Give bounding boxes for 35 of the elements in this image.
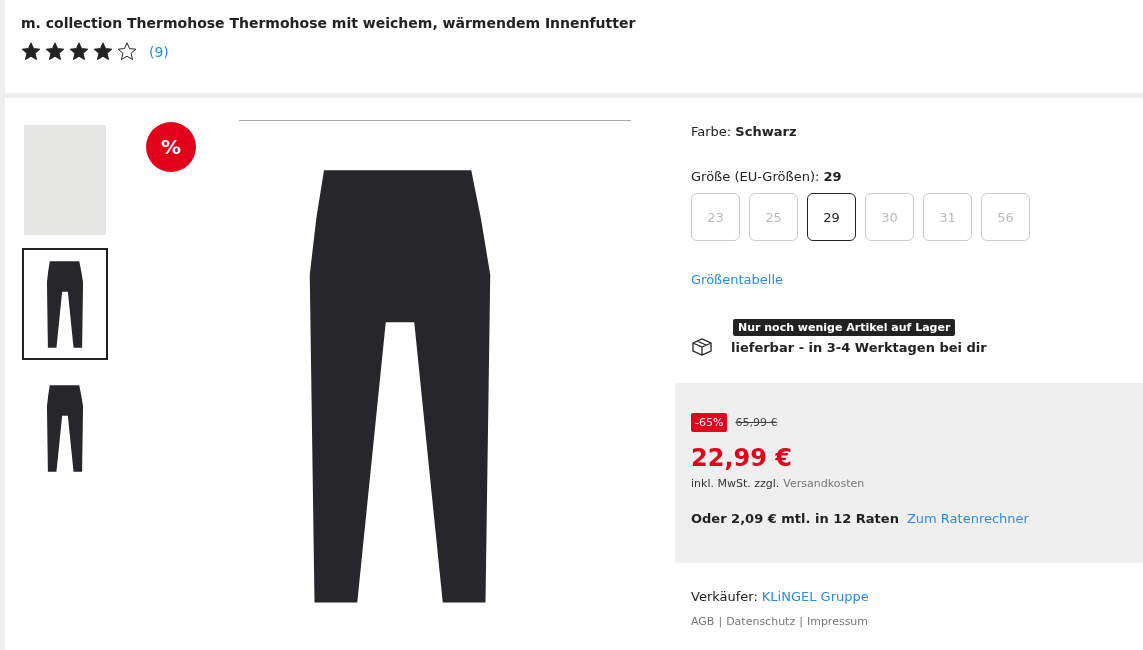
size-option[interactable]: 30 [865,193,914,241]
installment-text: Oder 2,09 € mtl. in 12 Raten [691,511,899,526]
size-option[interactable]: 31 [923,193,972,241]
separator: | [799,615,803,628]
footer-link[interactable]: AGB [691,615,715,628]
star-icon [21,42,41,61]
thumbnail[interactable] [22,248,108,360]
shipping-link[interactable]: Versandkosten [783,477,865,490]
installment-calculator-link[interactable]: Zum Ratenrechner [906,511,1029,526]
price: 22,99 € [691,444,793,472]
footer-link[interactable]: Datenschutz [726,615,796,628]
star-icon [69,42,89,61]
star-icon [45,42,65,61]
product-title: m. collection Thermohose Thermohose mit weichem, wärmendem Innenfutter [21,15,637,31]
sale-badge: % [146,122,196,172]
discount-badge: -65% [691,413,728,432]
size-option[interactable]: 29 [807,193,856,241]
stock-notice: Nur noch wenige Artikel auf Lager [733,319,956,336]
size-label: Größe (EU-Größen): 29 [691,169,843,184]
review-count-link[interactable]: (9) [149,43,169,60]
color-label: Farbe: Schwarz [691,124,798,139]
seller-link[interactable]: KLiNGEL Gruppe [761,589,869,604]
star-icon [93,42,113,61]
seller-label: Verkäufer: [691,589,758,604]
package-icon [691,338,713,356]
size-option[interactable]: 25 [749,193,798,241]
size-chart-link[interactable]: Größentabelle [691,272,784,287]
separator: | [718,615,723,628]
size-option[interactable]: 23 [691,193,740,241]
size-option[interactable]: 56 [981,193,1030,241]
delivery-info: lieferbar - in 3-4 Werktagen bei dir [731,339,987,355]
empty-star-icon [117,42,137,61]
footer-link[interactable]: Impressum [806,615,869,628]
tax-note: inkl. MwSt. zzgl. [691,477,780,490]
old-price: 65,99 € [735,416,778,429]
